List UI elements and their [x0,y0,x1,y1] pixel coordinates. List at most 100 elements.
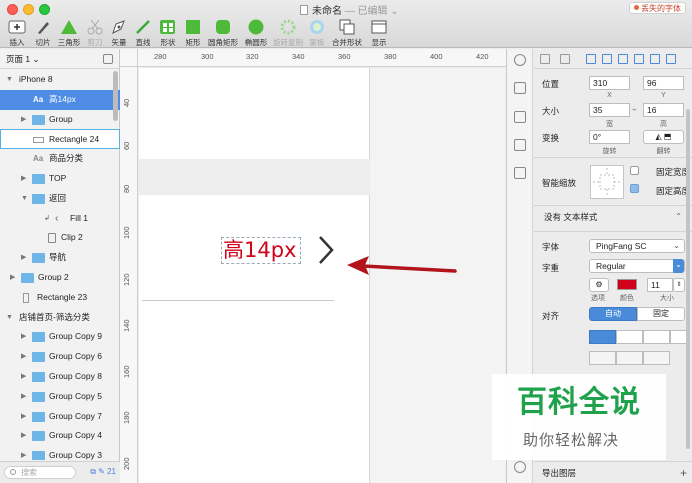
zoom-window-button[interactable] [39,4,50,15]
display-tool-button[interactable]: 显示 [364,17,394,47]
chevron-down-icon[interactable]: ⌄ [390,6,398,17]
disclosure-closed-icon[interactable]: ▶ [21,248,26,268]
align-middle-icon[interactable] [650,54,660,64]
align-left-icon[interactable] [586,54,596,64]
grid-icon[interactable] [514,167,526,179]
disclosure-closed-icon[interactable]: ▶ [21,367,26,387]
align-right-icon[interactable] [618,54,628,64]
add-page-icon[interactable] [103,54,113,64]
align-bottom-icon[interactable] [666,54,676,64]
oval-tool-button[interactable]: 椭圆形 [241,17,271,47]
mask-tool-button[interactable]: 蒙板 [302,17,332,47]
fixed-width-button[interactable]: 固定 [637,307,685,321]
layer-fill-1[interactable]: ↲ ‹ Fill 1 [0,209,120,229]
disclosure-closed-icon[interactable]: ▶ [21,169,26,189]
layer-group-top[interactable]: ▶ TOP [0,169,120,189]
export-icon[interactable] [514,82,526,94]
distribute-vertical-icon[interactable] [560,54,570,64]
page-selector[interactable]: 页面 1 ⌄ [0,49,119,69]
combine-tool-button[interactable]: 合并形状 [332,17,362,47]
text-color-well[interactable] [617,279,637,290]
align-center-icon[interactable] [602,54,612,64]
layer-group-copy-7[interactable]: ▶ Group Copy 7 [0,407,120,427]
nav-bar-shape[interactable] [139,159,370,195]
layer-group-copy-4[interactable]: ▶ Group Copy 4 [0,426,120,446]
layer-rectangle-23[interactable]: Rectangle 23 [0,288,120,308]
lock-ratio-icon[interactable]: ⌁ [632,105,637,114]
x-field[interactable]: 310 [589,76,630,90]
add-export-icon[interactable]: + [680,462,687,483]
layer-group-copy-6[interactable]: ▶ Group Copy 6 [0,347,120,367]
rectangle-tool-button[interactable]: 矩形 [178,17,208,47]
layer-clip-2[interactable]: Clip 2 [0,228,120,248]
close-window-button[interactable] [7,4,18,15]
font-size-stepper[interactable]: ⇕ [673,278,685,292]
fixed-height-checkbox[interactable] [630,184,639,193]
horizontal-ruler[interactable]: 280 300 320 340 360 380 400 420 [138,49,506,67]
layer-group-2[interactable]: ▶ Group 2 [0,268,120,288]
flip-buttons[interactable]: ◭ ⬒ [643,130,684,144]
distribute-horizontal-icon[interactable] [540,54,550,64]
chevron-right-icon[interactable] [315,233,337,267]
artboard[interactable]: 高14px [139,68,370,483]
layer-artboard-iphone8[interactable]: ▼ iPhone 8 [0,70,120,90]
layer-scrollbar[interactable] [113,71,118,121]
layer-group-copy-9[interactable]: ▶ Group Copy 9 [0,327,120,347]
layout-icon[interactable] [514,111,526,123]
layer-group-nav[interactable]: ▶ 导航 [0,248,120,268]
text-align-justify-button[interactable] [670,330,687,344]
layer-filter-count[interactable]: ⧉ ✎ 21 [90,467,116,477]
rotation-field[interactable]: 0° [589,130,630,144]
disclosure-open-icon[interactable]: ▼ [21,189,28,209]
layer-text-14px[interactable]: Aa 高14px [0,89,120,110]
layer-group-back[interactable]: ▼ 返回 [0,189,120,209]
resize-pin-box[interactable] [590,165,624,199]
info-icon[interactable] [514,54,526,66]
layer-group-copy-3[interactable]: ▶ Group Copy 3 [0,446,120,460]
design-canvas[interactable]: 高14px [139,68,506,483]
layer-text-category[interactable]: Aa 商品分类 [0,149,120,169]
fixed-width-checkbox[interactable] [630,166,639,175]
height-field[interactable]: 16 [643,103,684,117]
text-style-select[interactable]: 没有 文本样式 ⌃ [538,211,686,225]
text-align-right-button[interactable] [643,330,670,344]
minimize-window-button[interactable] [23,4,34,15]
layer-group[interactable]: ▶ Group [0,110,120,130]
layer-artboard-store[interactable]: ▼ 店铺首页-筛选分类 [0,308,120,328]
disclosure-closed-icon[interactable]: ▶ [21,426,26,446]
text-align-center-button[interactable] [616,330,643,344]
disclosure-closed-icon[interactable]: ▶ [21,407,26,427]
font-family-select[interactable]: PingFang SC ⌄ [589,239,685,253]
layer-search-input[interactable]: 搜索 [4,466,76,479]
font-size-field[interactable]: 11 [647,278,673,292]
disclosure-closed-icon[interactable]: ▶ [21,347,26,367]
disclosure-closed-icon[interactable]: ▶ [21,327,26,347]
vertical-ruler[interactable]: 40 60 80 100 120 140 160 180 200 [120,67,138,483]
disclosure-closed-icon[interactable]: ▶ [21,387,26,407]
align-top-icon[interactable] [634,54,644,64]
layer-group-copy-5[interactable]: ▶ Group Copy 5 [0,387,120,407]
y-field[interactable]: 96 [643,76,684,90]
layer-group-copy-8[interactable]: ▶ Group Copy 8 [0,367,120,387]
disclosure-open-icon[interactable]: ▼ [6,308,13,328]
selected-text-layer[interactable]: 高14px [223,238,296,262]
components-icon[interactable] [514,139,526,151]
disclosure-closed-icon[interactable]: ▶ [21,446,26,460]
text-options-button[interactable]: ⚙ [589,278,609,292]
divider-line[interactable] [142,300,334,301]
rotate-copy-tool-button[interactable]: 旋转复制 [273,17,303,47]
layer-rectangle-24[interactable]: Rectangle 24 [0,129,120,150]
text-align-left-button[interactable] [589,330,616,344]
disclosure-closed-icon[interactable]: ▶ [10,268,15,288]
disclosure-open-icon[interactable]: ▼ [6,70,13,90]
help-icon[interactable] [514,461,526,473]
vertical-align-bottom-button[interactable] [643,351,670,365]
font-weight-select[interactable]: Regular ⌄ [589,259,685,273]
vertical-align-middle-button[interactable] [616,351,643,365]
inspector-scrollbar[interactable] [686,109,690,449]
width-field[interactable]: 35 [589,103,630,117]
missing-fonts-badge[interactable]: 丢失的字体 [629,2,686,14]
rounded-rect-tool-button[interactable]: 圆角矩形 [208,17,238,47]
disclosure-closed-icon[interactable]: ▶ [21,110,26,130]
auto-width-button[interactable]: 自动 [589,307,637,321]
